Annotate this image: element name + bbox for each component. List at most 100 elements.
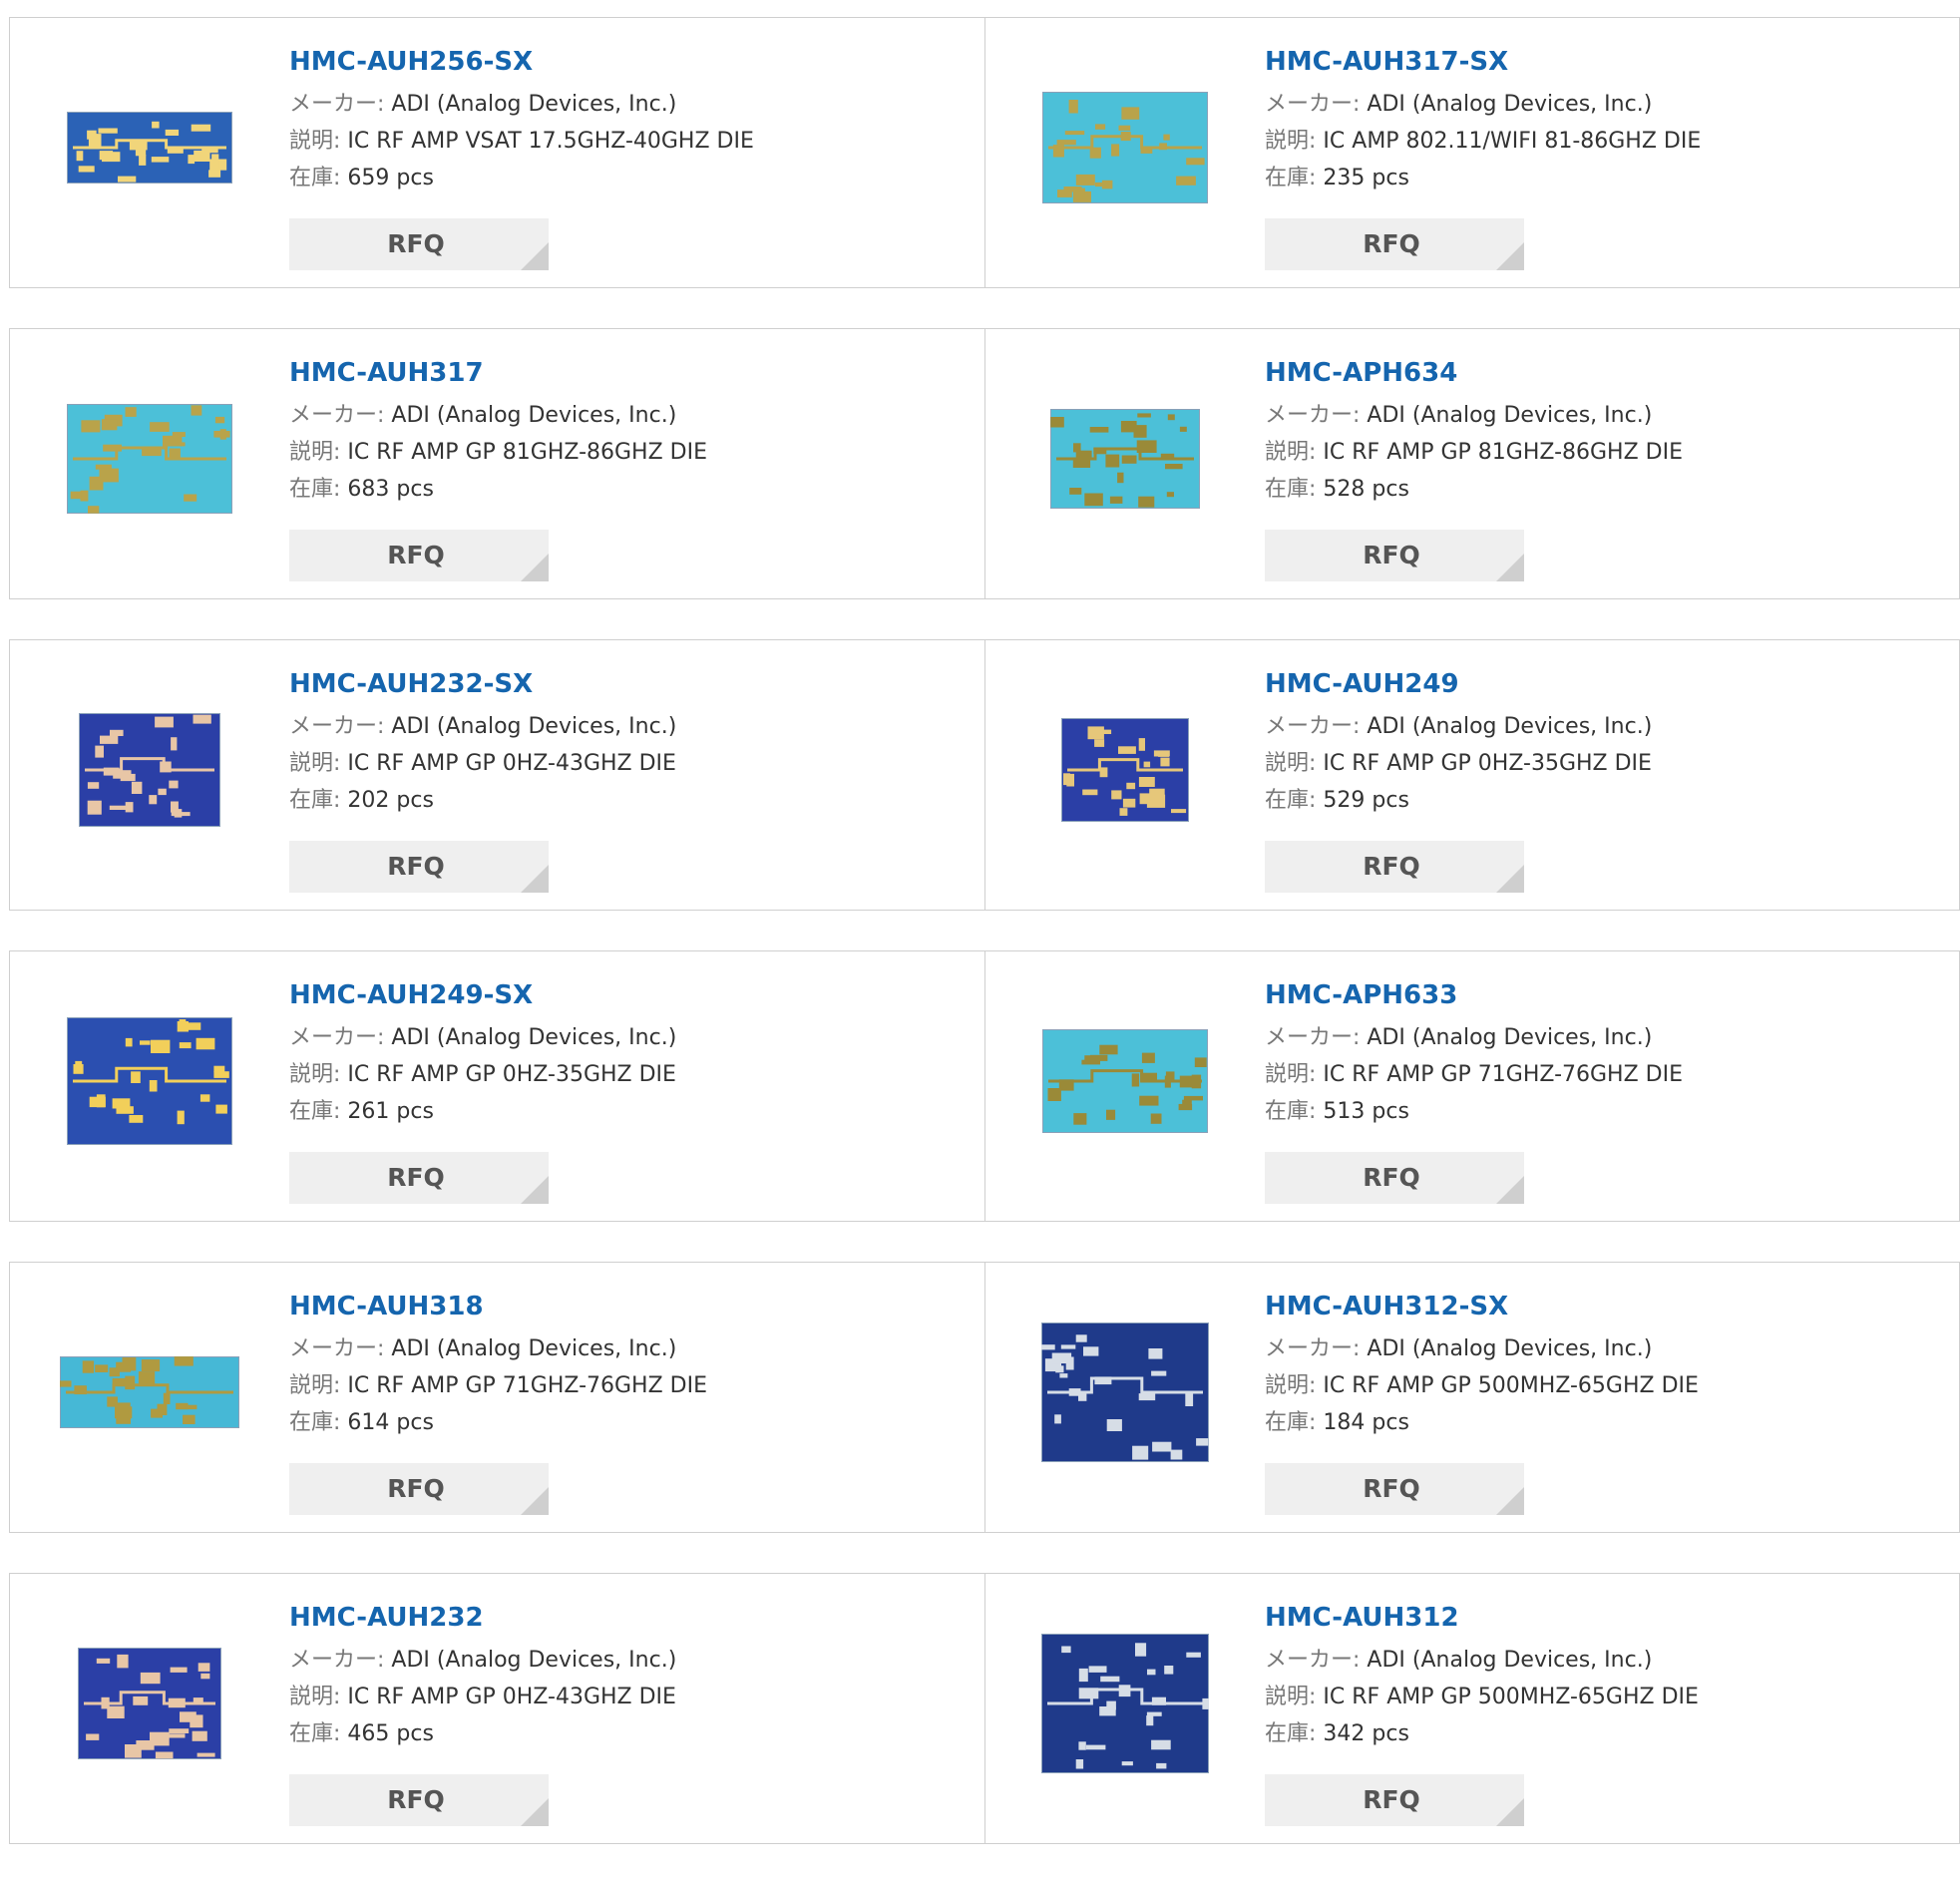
rfq-button[interactable]: RFQ [1265, 1774, 1524, 1826]
rfq-button[interactable]: RFQ [289, 1463, 549, 1515]
rfq-button[interactable]: RFQ [289, 841, 549, 893]
product-name-link[interactable]: HMC-APH634 [1265, 357, 1943, 389]
description-line-value: IC RF AMP VSAT 17.5GHZ-40GHZ DIE [347, 129, 754, 154]
stock-line-label: 在庫: [1265, 1410, 1317, 1435]
description-line: 説明: IC RF AMP GP 71GHZ-76GHZ DIE [1265, 1056, 1943, 1093]
product-image[interactable] [1035, 68, 1215, 227]
description-line: 説明: IC RF AMP GP 0HZ-35GHZ DIE [1265, 745, 1943, 782]
rfq-button[interactable]: RFQ [289, 1774, 549, 1826]
product-name-link[interactable]: HMC-AUH232 [289, 1602, 968, 1634]
product-card: HMC-AUH249 メーカー: ADI (Analog Devices, Inc… [984, 639, 1960, 911]
product-image[interactable] [60, 690, 239, 850]
rfq-button[interactable]: RFQ [1265, 1463, 1524, 1515]
rfq-button[interactable]: RFQ [1265, 841, 1524, 893]
stock-line-value: 202 pcs [347, 788, 434, 813]
maker-line-value: ADI (Analog Devices, Inc.) [391, 714, 677, 739]
stock-line-label: 在庫: [289, 1099, 341, 1124]
product-name-link[interactable]: HMC-AUH249 [1265, 668, 1943, 700]
product-card: HMC-AUH317 メーカー: ADI (Analog Devices, Inc… [9, 328, 985, 599]
product-card: HMC-APH633 メーカー: ADI (Analog Devices, Inc… [984, 950, 1960, 1222]
rfq-button[interactable]: RFQ [1265, 218, 1524, 270]
product-image[interactable] [60, 379, 239, 539]
product-image[interactable] [1035, 1624, 1215, 1783]
maker-line-label: メーカー: [289, 1648, 385, 1673]
product-image[interactable] [60, 68, 239, 227]
maker-line: メーカー: ADI (Analog Devices, Inc.) [289, 397, 968, 434]
product-image[interactable] [1035, 690, 1215, 850]
product-name-link[interactable]: HMC-AUH317 [289, 357, 968, 389]
corner-triangle-icon [1496, 1487, 1524, 1515]
stock-line-value: 235 pcs [1323, 166, 1409, 190]
description-line-label: 説明: [1265, 751, 1317, 776]
product-info: HMC-AUH317 メーカー: ADI (Analog Devices, Inc… [289, 357, 968, 508]
description-line-value: IC RF AMP GP 0HZ-35GHZ DIE [347, 1062, 676, 1087]
product-row: HMC-AUH249-SX メーカー: ADI (Analog Devices, … [9, 950, 1960, 1224]
product-image[interactable] [1035, 1001, 1215, 1161]
stock-line-value: 184 pcs [1323, 1410, 1409, 1435]
maker-line-value: ADI (Analog Devices, Inc.) [1367, 1336, 1653, 1361]
chip-die-icon [1050, 409, 1200, 509]
maker-line-label: メーカー: [1265, 1336, 1361, 1361]
description-line: 説明: IC RF AMP GP 0HZ-35GHZ DIE [289, 1056, 968, 1093]
product-name-link[interactable]: HMC-AUH318 [289, 1291, 968, 1322]
product-name-link[interactable]: HMC-AUH317-SX [1265, 46, 1943, 78]
product-info: HMC-AUH249 メーカー: ADI (Analog Devices, Inc… [1265, 668, 1943, 819]
product-row: HMC-AUH232-SX メーカー: ADI (Analog Devices, … [9, 639, 1960, 913]
product-image[interactable] [60, 1001, 239, 1161]
maker-line-label: メーカー: [1265, 92, 1361, 117]
description-line-label: 説明: [289, 751, 341, 776]
description-line: 説明: IC AMP 802.11/WIFI 81-86GHZ DIE [1265, 123, 1943, 160]
corner-triangle-icon [1496, 242, 1524, 270]
maker-line-label: メーカー: [289, 403, 385, 428]
rfq-button-label: RFQ [1363, 852, 1420, 881]
maker-line-value: ADI (Analog Devices, Inc.) [1367, 403, 1653, 428]
stock-line-value: 513 pcs [1323, 1099, 1409, 1124]
maker-line-value: ADI (Analog Devices, Inc.) [1367, 1648, 1653, 1673]
description-line: 説明: IC RF AMP GP 0HZ-43GHZ DIE [289, 745, 968, 782]
stock-line-value: 528 pcs [1323, 477, 1409, 502]
corner-triangle-icon [521, 1176, 549, 1204]
rfq-button[interactable]: RFQ [289, 1152, 549, 1204]
stock-line: 在庫: 261 pcs [289, 1093, 968, 1130]
corner-triangle-icon [521, 242, 549, 270]
product-image[interactable] [60, 1313, 239, 1472]
product-image[interactable] [1035, 379, 1215, 539]
product-name-link[interactable]: HMC-APH633 [1265, 979, 1943, 1011]
product-name-link[interactable]: HMC-AUH312 [1265, 1602, 1943, 1634]
rfq-button[interactable]: RFQ [1265, 530, 1524, 581]
rfq-button[interactable]: RFQ [289, 530, 549, 581]
product-image[interactable] [60, 1624, 239, 1783]
description-line-value: IC RF AMP GP 71GHZ-76GHZ DIE [347, 1373, 707, 1398]
product-name-link[interactable]: HMC-AUH232-SX [289, 668, 968, 700]
stock-line-value: 614 pcs [347, 1410, 434, 1435]
description-line: 説明: IC RF AMP GP 71GHZ-76GHZ DIE [289, 1367, 968, 1404]
stock-line: 在庫: 614 pcs [289, 1404, 968, 1441]
product-card: HMC-AUH232-SX メーカー: ADI (Analog Devices, … [9, 639, 985, 911]
description-line-label: 説明: [1265, 440, 1317, 465]
maker-line-label: メーカー: [1265, 1025, 1361, 1050]
description-line-value: IC AMP 802.11/WIFI 81-86GHZ DIE [1323, 129, 1702, 154]
chip-die-icon [1042, 1029, 1208, 1133]
product-info: HMC-AUH318 メーカー: ADI (Analog Devices, Inc… [289, 1291, 968, 1441]
product-name-link[interactable]: HMC-AUH312-SX [1265, 1291, 1943, 1322]
product-name-link[interactable]: HMC-AUH256-SX [289, 46, 968, 78]
product-name-link[interactable]: HMC-AUH249-SX [289, 979, 968, 1011]
corner-triangle-icon [1496, 1176, 1524, 1204]
description-line-value: IC RF AMP GP 81GHZ-86GHZ DIE [1323, 440, 1683, 465]
stock-line: 在庫: 529 pcs [1265, 782, 1943, 819]
rfq-button-label: RFQ [1363, 1785, 1420, 1814]
maker-line-label: メーカー: [1265, 1648, 1361, 1673]
product-info: HMC-AUH317-SX メーカー: ADI (Analog Devices, … [1265, 46, 1943, 196]
rfq-button[interactable]: RFQ [1265, 1152, 1524, 1204]
stock-line: 在庫: 235 pcs [1265, 160, 1943, 196]
rfq-button-label: RFQ [1363, 229, 1420, 258]
rfq-button[interactable]: RFQ [289, 218, 549, 270]
maker-line-value: ADI (Analog Devices, Inc.) [391, 92, 677, 117]
corner-triangle-icon [521, 865, 549, 893]
maker-line-value: ADI (Analog Devices, Inc.) [1367, 714, 1653, 739]
rfq-button-label: RFQ [387, 852, 445, 881]
product-image[interactable] [1035, 1313, 1215, 1472]
product-card: HMC-APH634 メーカー: ADI (Analog Devices, Inc… [984, 328, 1960, 599]
description-line-value: IC RF AMP GP 500MHZ-65GHZ DIE [1323, 1685, 1699, 1709]
stock-line-label: 在庫: [1265, 477, 1317, 502]
